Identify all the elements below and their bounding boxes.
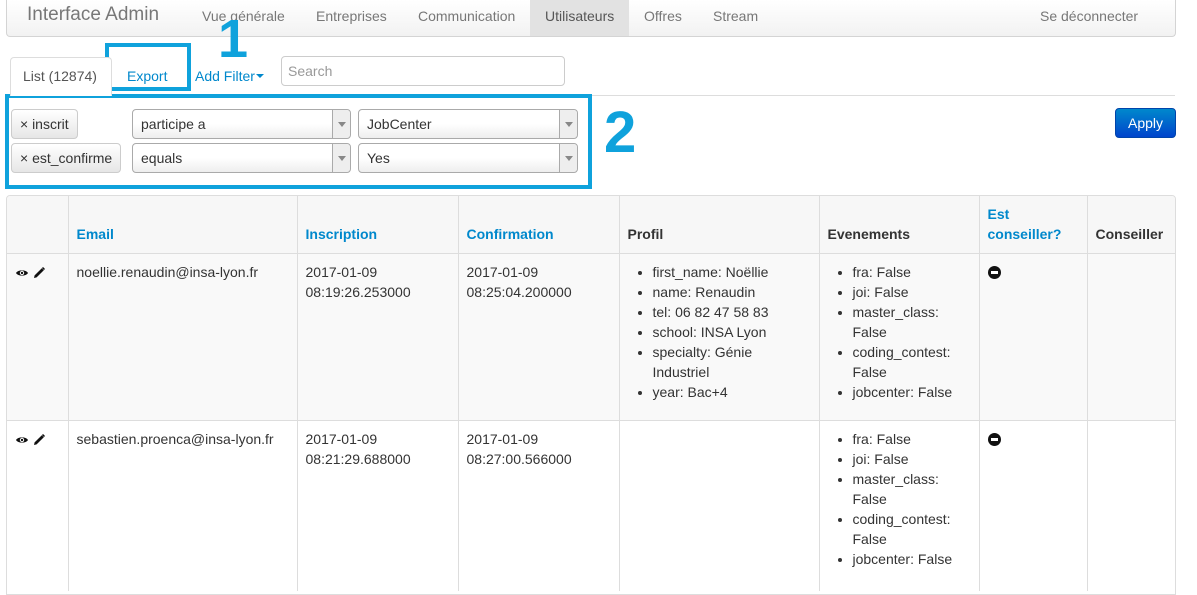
- inscription-time: 08:21:29.688000: [305, 451, 411, 467]
- row-actions: [7, 420, 68, 591]
- list-item: coding_contest: False: [853, 509, 971, 549]
- minus-circle-icon: [987, 266, 1001, 279]
- profil-list: first_name: Noëllie name: Renaudin tel: …: [628, 262, 811, 402]
- est-conseiller-cell: [978, 420, 1087, 591]
- search-input[interactable]: [281, 56, 565, 86]
- evenements-cell: fra: False joi: False master_class: Fals…: [818, 420, 979, 591]
- apply-button[interactable]: Apply: [1115, 108, 1176, 138]
- list-item: year: Bac+4: [653, 382, 811, 402]
- evenements-cell: fra: False joi: False master_class: Fals…: [818, 253, 979, 421]
- table-header-row: Email Inscription Confirmation Profil Ev…: [7, 196, 1175, 254]
- eye-icon[interactable]: [15, 432, 29, 446]
- email-cell: noellie.renaudin@insa-lyon.fr: [67, 253, 297, 421]
- profil-cell: [618, 420, 819, 591]
- pencil-icon[interactable]: [32, 265, 46, 279]
- annotation-box-filters: [5, 94, 592, 189]
- table-row: noellie.renaudin@insa-lyon.fr 2017-01-09…: [7, 253, 1175, 421]
- list-item: school: INSA Lyon: [653, 322, 811, 342]
- tab-list[interactable]: List (12874): [10, 57, 112, 96]
- list-item: fra: False: [853, 429, 971, 449]
- nav-logout[interactable]: Se déconnecter: [1025, 0, 1153, 36]
- evenements-list: fra: False joi: False master_class: Fals…: [828, 429, 971, 569]
- caret-down-icon: [255, 74, 264, 79]
- confirmation-cell: 2017-01-09 08:25:04.200000: [457, 253, 619, 421]
- add-filter-dropdown[interactable]: Add Filter: [195, 68, 264, 84]
- list-item: coding_contest: False: [853, 342, 971, 382]
- email-cell: sebastien.proenca@insa-lyon.fr: [67, 420, 297, 591]
- confirmation-date: 2017-01-09: [466, 264, 539, 280]
- evenements-list: fra: False joi: False master_class: Fals…: [828, 262, 971, 402]
- list-item: master_class: False: [853, 302, 971, 342]
- list-item: fra: False: [853, 262, 971, 282]
- inscription-cell: 2017-01-09 08:19:26.253000: [296, 253, 458, 421]
- column-header-evenements: Evenements: [818, 196, 979, 254]
- conseiller-cell: [1086, 420, 1175, 591]
- inscription-time: 08:19:26.253000: [305, 284, 411, 300]
- list-item: tel: 06 82 47 58 83: [653, 302, 811, 322]
- column-header-email[interactable]: Email: [67, 196, 297, 254]
- eye-icon[interactable]: [15, 265, 29, 279]
- add-filter-label: Add Filter: [195, 68, 255, 84]
- nav-entreprises[interactable]: Entreprises: [301, 0, 402, 36]
- list-item: jobcenter: False: [853, 382, 971, 402]
- table-row: sebastien.proenca@insa-lyon.fr 2017-01-0…: [7, 420, 1175, 591]
- list-item: jobcenter: False: [853, 549, 971, 569]
- list-item: joi: False: [853, 282, 971, 302]
- column-header-profil: Profil: [618, 196, 819, 254]
- profil-cell: first_name: Noëllie name: Renaudin tel: …: [618, 253, 819, 421]
- column-header-conseiller: Conseiller: [1086, 196, 1175, 254]
- column-header-est-conseiller[interactable]: Est conseiller?: [978, 196, 1087, 254]
- confirmation-date: 2017-01-09: [466, 431, 539, 447]
- list-item: specialty: Génie Industriel: [653, 342, 811, 382]
- annotation-box-export: [105, 43, 191, 91]
- row-actions: [7, 253, 68, 421]
- nav-offres[interactable]: Offres: [629, 0, 697, 36]
- est-conseiller-cell: [978, 253, 1087, 421]
- column-header-actions: [7, 196, 68, 254]
- inscription-cell: 2017-01-09 08:21:29.688000: [296, 420, 458, 591]
- nav-communication[interactable]: Communication: [403, 0, 530, 36]
- list-item: first_name: Noëllie: [653, 262, 811, 282]
- minus-circle-icon: [987, 433, 1001, 446]
- nav-stream[interactable]: Stream: [698, 0, 773, 36]
- annotation-number-two: 2: [604, 100, 637, 165]
- inscription-date: 2017-01-09: [305, 264, 378, 280]
- confirmation-time: 08:27:00.566000: [466, 451, 572, 467]
- list-item: master_class: False: [853, 469, 971, 509]
- list-item: name: Renaudin: [653, 282, 811, 302]
- list-item: joi: False: [853, 449, 971, 469]
- annotation-number-one: 1: [218, 9, 249, 69]
- column-header-inscription[interactable]: Inscription: [296, 196, 458, 254]
- top-navbar: Interface Admin Vue générale Entreprises…: [6, 0, 1176, 37]
- conseiller-cell: [1086, 253, 1175, 421]
- inscription-date: 2017-01-09: [305, 431, 378, 447]
- pencil-icon[interactable]: [32, 432, 46, 446]
- column-header-confirmation[interactable]: Confirmation: [457, 196, 619, 254]
- brand-title[interactable]: Interface Admin: [27, 4, 159, 26]
- users-table: Email Inscription Confirmation Profil Ev…: [6, 195, 1176, 595]
- confirmation-cell: 2017-01-09 08:27:00.566000: [457, 420, 619, 591]
- nav-utilisateurs[interactable]: Utilisateurs: [530, 0, 630, 36]
- confirmation-time: 08:25:04.200000: [466, 284, 572, 300]
